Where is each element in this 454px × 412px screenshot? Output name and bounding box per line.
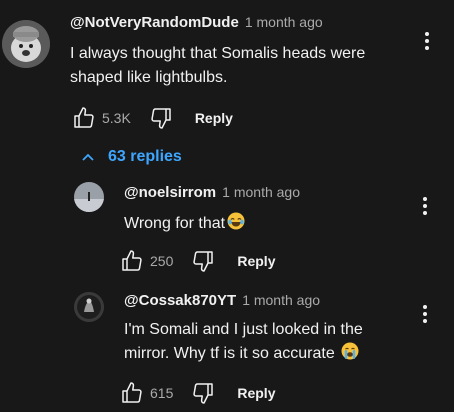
comment-text-line: mirror. Why tf is it so accurate bbox=[124, 345, 335, 362]
comment-text-line: shaped like lightbulbs. bbox=[70, 69, 228, 86]
chevron-up-icon bbox=[82, 153, 94, 161]
thumbs-up-icon bbox=[122, 250, 142, 271]
comment-timestamp[interactable]: 1 month ago bbox=[222, 184, 300, 200]
like-count: 5.3K bbox=[102, 110, 131, 126]
replies-toggle[interactable]: 63 replies bbox=[80, 148, 182, 166]
avatar[interactable] bbox=[2, 20, 50, 68]
comment-actions: 5.3K Reply bbox=[72, 105, 233, 131]
reply-button[interactable]: Reply bbox=[237, 253, 275, 269]
thumbs-down-icon bbox=[151, 108, 171, 129]
author-name[interactable]: @NotVeryRandomDude bbox=[70, 14, 239, 31]
comment-text: I always thought that Somalis heads were… bbox=[70, 42, 365, 90]
thumbs-up-icon bbox=[122, 382, 142, 403]
reply-button[interactable]: Reply bbox=[195, 110, 233, 126]
more-actions-icon[interactable] bbox=[421, 197, 429, 219]
like-count: 250 bbox=[150, 253, 174, 269]
comment-author[interactable]: @NotVeryRandomDude 1 month ago bbox=[70, 14, 323, 31]
dislike-button[interactable] bbox=[149, 106, 173, 130]
thumbs-up-icon bbox=[74, 107, 94, 128]
comment-author[interactable]: @Cossak870YT 1 month ago bbox=[124, 292, 320, 309]
avatar-landscape-icon bbox=[74, 182, 104, 212]
dislike-button[interactable] bbox=[191, 381, 215, 405]
comment-text-line: Wrong for that bbox=[124, 215, 226, 232]
thumbs-down-icon bbox=[193, 383, 214, 404]
joy-emoji-icon bbox=[227, 212, 245, 238]
comment-text: Wrong for that bbox=[124, 212, 245, 238]
avatar[interactable] bbox=[74, 182, 104, 212]
comment-timestamp[interactable]: 1 month ago bbox=[242, 292, 320, 308]
comment-text-line: I'm Somali and I just looked in the bbox=[124, 321, 363, 338]
avatar-dark-icon bbox=[74, 292, 104, 322]
more-actions-icon[interactable] bbox=[423, 32, 431, 54]
thumbs-down-icon bbox=[193, 251, 214, 272]
comment-actions: 250 Reply bbox=[120, 248, 275, 274]
comment-text: I'm Somali and I just looked in the mirr… bbox=[124, 318, 363, 368]
like-button[interactable] bbox=[72, 106, 96, 130]
avatar[interactable] bbox=[74, 292, 104, 322]
comment-timestamp[interactable]: 1 month ago bbox=[245, 14, 323, 30]
like-button[interactable] bbox=[120, 249, 144, 273]
more-actions-icon[interactable] bbox=[421, 305, 429, 327]
comment-author[interactable]: @noelsirrom 1 month ago bbox=[124, 184, 300, 201]
avatar-dog-icon bbox=[2, 20, 50, 68]
dislike-button[interactable] bbox=[191, 249, 215, 273]
reply-button[interactable]: Reply bbox=[237, 385, 275, 401]
comment-actions: 615 Reply bbox=[120, 380, 275, 406]
comment-text-line: I always thought that Somalis heads were bbox=[70, 45, 366, 62]
like-count: 615 bbox=[150, 385, 174, 401]
like-button[interactable] bbox=[120, 381, 144, 405]
crying-emoji-icon bbox=[341, 342, 359, 368]
author-name[interactable]: @Cossak870YT bbox=[124, 292, 236, 309]
replies-count-label[interactable]: 63 replies bbox=[108, 148, 182, 166]
author-name[interactable]: @noelsirrom bbox=[124, 184, 216, 201]
